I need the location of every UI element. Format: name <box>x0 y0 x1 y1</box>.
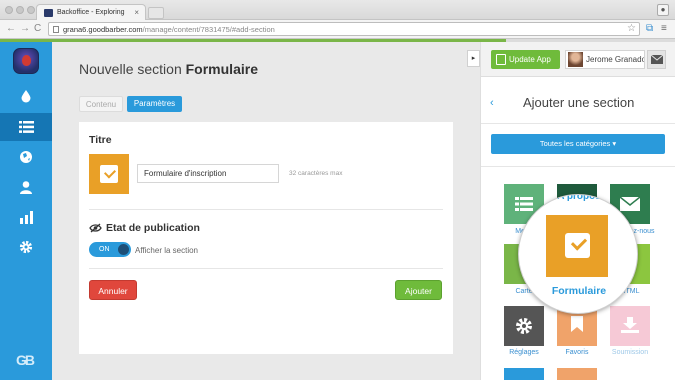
title-char-hint: 32 caractères max <box>289 170 343 177</box>
toggle-knob <box>118 244 129 255</box>
tile-label-submission: Soumission <box>611 349 649 356</box>
forward-button[interactable]: → <box>20 22 30 36</box>
divider <box>89 209 443 210</box>
goodbarber-logo: GB <box>16 352 35 368</box>
browser-tab-bar: Backoffice - Exploring × ● <box>0 0 675 20</box>
url-path: /manage/content/7831475/#add-section <box>142 25 275 34</box>
toggle-state: ON <box>99 246 110 253</box>
favicon-icon <box>44 9 53 17</box>
eye-hidden-icon <box>89 223 102 233</box>
zoom-label-about: A propos <box>557 194 601 202</box>
user-name: Jerome Granados <box>586 55 645 64</box>
tile-settings[interactable] <box>504 306 544 346</box>
sidebar-item-design[interactable] <box>0 82 52 110</box>
bookmark-star-icon[interactable]: ☆ <box>627 23 636 34</box>
divider <box>481 123 675 124</box>
category-dropdown[interactable]: Toutes les catégories ▾ <box>491 134 665 154</box>
toggle-label: Afficher la section <box>135 246 198 255</box>
publish-toggle[interactable]: ON <box>89 242 131 257</box>
main-panel: Nouvelle section Formulaire Contenu Para… <box>52 42 480 380</box>
tile-label-favorites: Favoris <box>565 349 589 356</box>
browser-tab[interactable]: Backoffice - Exploring × <box>36 4 146 20</box>
app-logo[interactable] <box>13 48 39 74</box>
settings-card: Titre 32 caractères max Etat de publicat… <box>79 122 453 354</box>
stats-icon <box>20 211 33 224</box>
globe-icon <box>20 151 32 163</box>
sidebar-item-settings[interactable] <box>0 233 52 261</box>
menu-icon[interactable]: ≡ <box>661 23 667 35</box>
page-icon <box>53 26 59 33</box>
zoom-label-form: Formulaire <box>551 285 607 297</box>
tile-more-2[interactable] <box>557 368 597 380</box>
mail-icon <box>651 55 663 64</box>
sidebar-item-content[interactable] <box>0 113 52 141</box>
back-chevron-icon[interactable]: ‹ <box>490 97 494 109</box>
tab-content[interactable]: Contenu <box>79 96 123 112</box>
url-host: grana6.goodbarber.com <box>63 25 143 34</box>
window-minimize-dot[interactable] <box>16 6 24 14</box>
divider <box>89 268 443 269</box>
sidebar-item-publish[interactable] <box>0 143 52 171</box>
cancel-button[interactable]: Annuler <box>89 280 137 300</box>
window-close-dot[interactable] <box>5 6 13 14</box>
update-app-button[interactable]: Update App <box>491 50 560 69</box>
add-button[interactable]: Ajouter <box>395 280 442 300</box>
gear-icon <box>19 240 33 254</box>
panel-topbar: Update App Jerome Granados <box>481 42 675 77</box>
list-icon <box>19 121 34 133</box>
sidebar-item-users[interactable] <box>0 173 52 201</box>
page-title-prefix: Nouvelle section <box>79 61 182 77</box>
update-app-label: Update App <box>509 55 551 64</box>
gear-icon <box>516 318 532 334</box>
avatar <box>568 52 583 67</box>
back-button[interactable]: ← <box>6 22 16 36</box>
url-bar[interactable]: grana6.goodbarber.com/manage/content/783… <box>48 22 640 36</box>
tab-title: Backoffice - Exploring <box>57 9 125 16</box>
sidebar-item-stats[interactable] <box>0 203 52 231</box>
section-title-input[interactable] <box>137 164 279 183</box>
window-zoom-dot[interactable] <box>27 6 35 14</box>
drop-icon <box>21 90 31 103</box>
tab-parameters[interactable]: Paramètres <box>127 96 182 112</box>
bookmark-icon <box>571 316 583 332</box>
panel-title: Ajouter une section <box>523 95 635 110</box>
tile-label-settings: Réglages <box>509 349 539 356</box>
download-icon <box>621 317 639 333</box>
address-toolbar: ← → C grana6.goodbarber.com/manage/conte… <box>0 20 675 39</box>
divider <box>481 166 675 167</box>
page-title: Nouvelle section Formulaire <box>79 61 258 77</box>
browser-profile-icon[interactable]: ● <box>657 4 669 16</box>
messages-button[interactable] <box>647 50 666 69</box>
tile-form[interactable] <box>546 215 608 277</box>
tile-more-1[interactable] <box>504 368 544 380</box>
tile-submission[interactable] <box>610 306 650 346</box>
user-account[interactable]: Jerome Granados <box>565 50 645 69</box>
new-tab-button[interactable] <box>148 7 164 19</box>
page-title-bold: Formulaire <box>185 61 258 77</box>
title-section-heading: Titre <box>89 134 112 146</box>
collapse-panel-button[interactable]: ▸ <box>467 50 480 67</box>
reload-button[interactable]: C <box>34 22 41 36</box>
tab-close-icon[interactable]: × <box>134 8 139 17</box>
extension-icon[interactable]: ⧉ <box>646 23 653 35</box>
zoom-magnifier: A propos Formulaire <box>518 194 638 314</box>
app-sidebar: GB <box>0 42 52 380</box>
user-icon <box>20 181 32 194</box>
update-icon <box>496 54 506 65</box>
publication-heading: Etat de publication <box>106 222 200 234</box>
section-icon-picker[interactable] <box>89 154 129 194</box>
